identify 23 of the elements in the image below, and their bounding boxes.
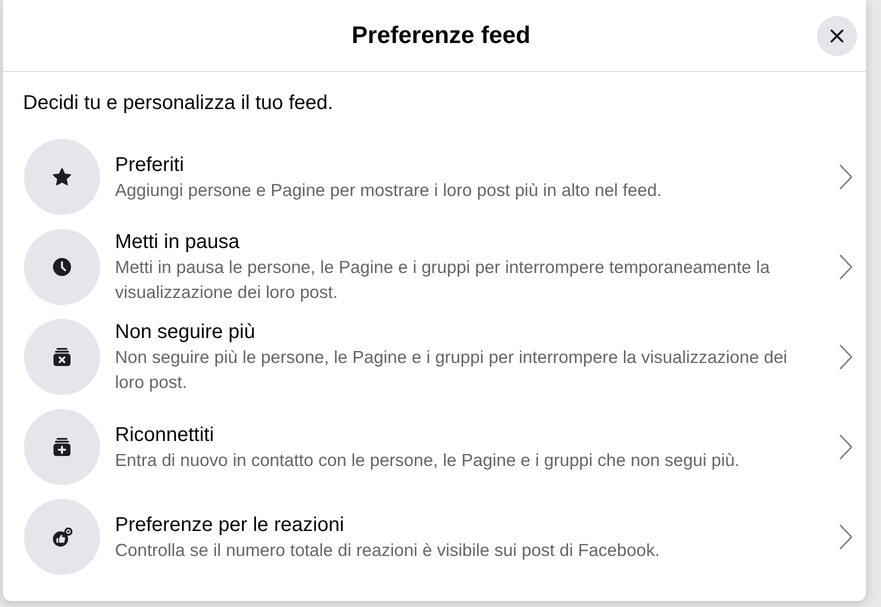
chevron-right-icon[interactable] [839,344,853,370]
thumbs-up-icon [24,499,100,575]
intro-text: Decidi tu e personalizza il tuo feed. [22,91,334,116]
option-title[interactable]: Riconnettiti [115,422,803,448]
chevron-right-icon[interactable] [839,164,853,190]
option-description: Non seguire più le persone, le Pagine e i gruppi per interrompere la visualizzazione dei loro post. [115,346,788,394]
chevron-right-icon[interactable] [839,254,853,280]
clock-icon [24,229,100,305]
option-title[interactable]: Metti in pausa [115,229,803,255]
option-description: Entra di nuovo in contatto con le persone, le Pagine e i gruppi che non segui più. [115,448,741,472]
option-title[interactable]: Non seguire più [115,319,803,345]
option-description: Metti in pausa le persone, le Pagine e i gruppi per interrompere temporaneamente la visualizzazione dei loro post. [115,256,771,304]
option-title[interactable]: Preferenze per le reazioni [115,512,803,538]
chevron-right-icon[interactable] [839,524,853,550]
close-button[interactable] [817,16,857,56]
option-description: Aggiungi persone e Pagine per mostrare i loro post più in alto nel feed. [115,178,663,202]
archive-box-plus-icon [24,409,100,485]
dialog-title: Preferenze feed [350,22,530,50]
archive-box-x-icon [24,319,100,395]
option-description: Controlla se il numero totale di reazioni è visibile sui post di Facebook. [115,538,661,562]
close-icon [830,29,844,43]
option-title[interactable]: Preferiti [115,152,803,178]
chevron-right-icon[interactable] [839,434,853,460]
